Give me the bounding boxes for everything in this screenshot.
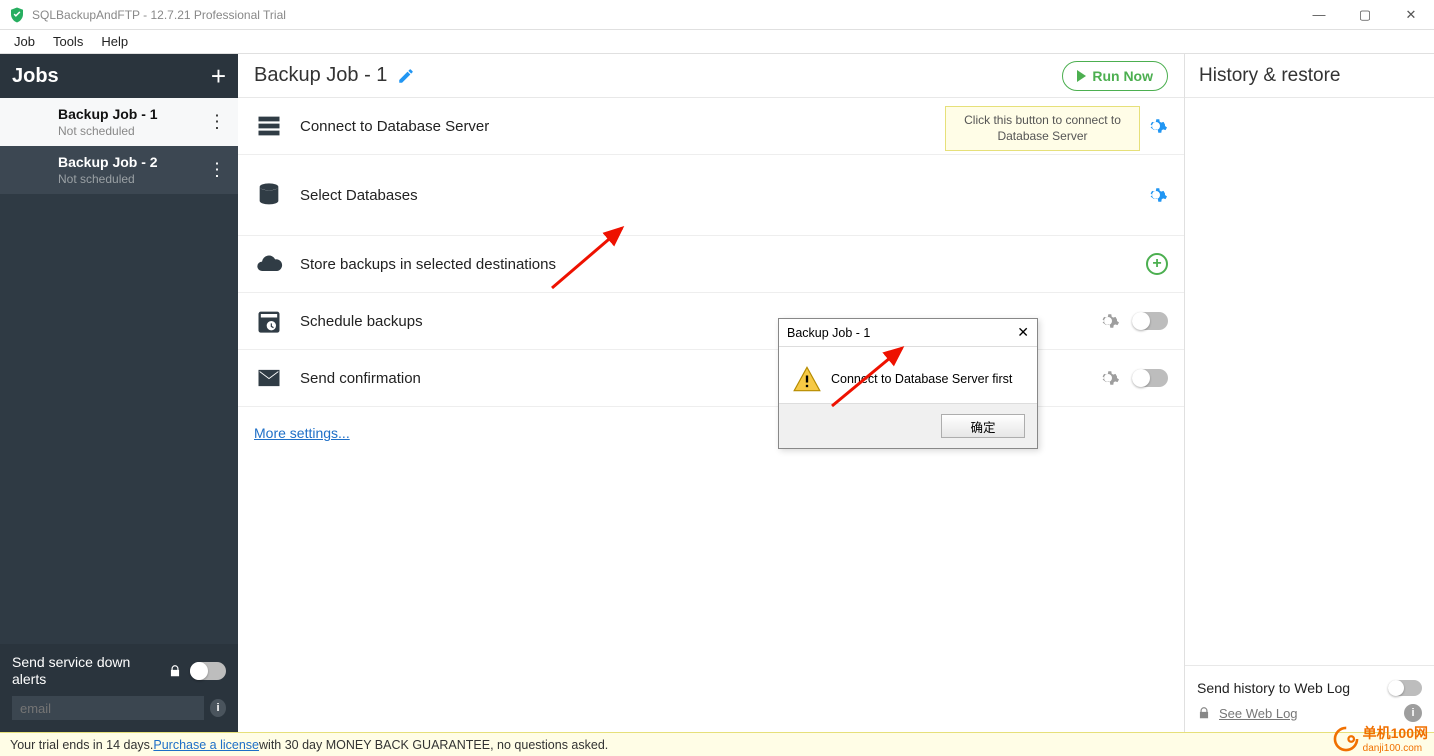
step-confirm[interactable]: Send confirmation — [238, 350, 1184, 407]
step-store[interactable]: Store backups in selected destinations + — [238, 236, 1184, 293]
mail-icon — [254, 364, 284, 392]
menu-job[interactable]: Job — [6, 32, 43, 51]
purchase-license-link[interactable]: Purchase a license — [153, 738, 259, 752]
edit-icon[interactable] — [397, 67, 415, 85]
main-column: Backup Job - 1 Run Now Connect to Databa… — [238, 54, 1185, 732]
more-settings: More settings... — [238, 407, 1184, 461]
lock-icon — [1197, 706, 1211, 720]
step-list: Connect to Database Server Click this bu… — [238, 98, 1184, 407]
lock-icon — [168, 664, 182, 678]
app-shield-icon — [8, 6, 26, 24]
step-label: Select Databases — [300, 187, 418, 204]
email-input[interactable] — [12, 696, 204, 720]
trial-bottom-bar: Your trial ends in 14 days. Purchase a l… — [0, 732, 1434, 756]
job-item-1[interactable]: Backup Job - 1 Not scheduled ⋮ — [0, 98, 238, 146]
step-schedule[interactable]: Schedule backups — [238, 293, 1184, 350]
connect-tooltip: Click this button to connect to Database… — [945, 106, 1140, 151]
step-connect[interactable]: Connect to Database Server Click this bu… — [238, 98, 1184, 155]
watermark-text-1: 单机100网 — [1363, 723, 1428, 743]
step-select[interactable]: Select Databases — [238, 155, 1184, 236]
step-label: Connect to Database Server — [300, 118, 489, 135]
trial-text-1: Your trial ends in 14 days. — [10, 738, 153, 752]
app-body: Jobs + Backup Job - 1 Not scheduled ⋮ Ba… — [0, 54, 1434, 732]
window-title: SQLBackupAndFTP - 12.7.21 Professional T… — [32, 8, 286, 22]
warning-icon — [793, 365, 821, 393]
watermark-logo-icon — [1333, 726, 1359, 752]
step-label: Send confirmation — [300, 370, 421, 387]
alerts-toggle[interactable] — [190, 662, 226, 680]
maximize-button[interactable]: ▢ — [1342, 0, 1388, 30]
annotation-arrow-1 — [542, 218, 642, 298]
server-icon — [254, 112, 284, 140]
gear-icon[interactable] — [1096, 309, 1120, 333]
watermark-text-2: danji100.com — [1363, 743, 1428, 754]
window-controls: — ▢ ✕ — [1296, 0, 1434, 30]
weblog-toggle[interactable] — [1388, 680, 1422, 696]
play-icon — [1077, 70, 1086, 82]
dialog-close-icon[interactable]: ✕ — [1017, 324, 1029, 341]
main-header: Backup Job - 1 Run Now — [238, 54, 1184, 98]
weblog-label: Send history to Web Log — [1197, 680, 1350, 696]
job-status: Not scheduled — [58, 124, 226, 138]
close-button[interactable]: ✕ — [1388, 0, 1434, 30]
menubar: Job Tools Help — [0, 30, 1434, 54]
job-status: Not scheduled — [58, 172, 226, 186]
right-column: History & restore Send history to Web Lo… — [1185, 54, 1434, 732]
add-job-button[interactable]: + — [211, 61, 226, 92]
sidebar-header: Jobs + — [0, 54, 238, 98]
sidebar: Jobs + Backup Job - 1 Not scheduled ⋮ Ba… — [0, 54, 238, 732]
add-destination-icon[interactable]: + — [1146, 253, 1168, 275]
job-name: Backup Job - 1 — [58, 106, 226, 122]
cloud-icon — [254, 250, 284, 278]
job-title: Backup Job - 1 — [254, 64, 387, 87]
calendar-clock-icon — [254, 307, 284, 335]
sidebar-title: Jobs — [12, 65, 59, 88]
confirm-toggle[interactable] — [1132, 369, 1168, 387]
step-label: Schedule backups — [300, 313, 423, 330]
job-menu-icon[interactable]: ⋮ — [208, 160, 224, 181]
menu-tools[interactable]: Tools — [45, 32, 91, 51]
run-now-button[interactable]: Run Now — [1062, 61, 1168, 91]
dialog-ok-button[interactable]: 确定 — [941, 414, 1025, 438]
right-header: History & restore — [1185, 54, 1434, 98]
annotation-arrow-2 — [822, 336, 922, 416]
titlebar: SQLBackupAndFTP - 12.7.21 Professional T… — [0, 0, 1434, 30]
info-icon[interactable]: i — [1404, 704, 1422, 722]
sidebar-bottom: Send service down alerts i — [0, 644, 238, 732]
job-menu-icon[interactable]: ⋮ — [208, 112, 224, 133]
schedule-toggle[interactable] — [1132, 312, 1168, 330]
gear-icon[interactable] — [1144, 114, 1168, 138]
menu-help[interactable]: Help — [93, 32, 136, 51]
see-weblog-link[interactable]: See Web Log — [1219, 706, 1298, 721]
job-item-2[interactable]: Backup Job - 2 Not scheduled ⋮ — [0, 146, 238, 194]
right-bottom: Send history to Web Log See Web Log i — [1185, 665, 1434, 732]
job-name: Backup Job - 2 — [58, 154, 226, 170]
info-icon[interactable]: i — [210, 699, 226, 717]
trial-text-2: with 30 day MONEY BACK GUARANTEE, no que… — [259, 738, 608, 752]
right-title: History & restore — [1199, 65, 1340, 87]
gear-icon[interactable] — [1144, 183, 1168, 207]
database-icon — [254, 181, 284, 209]
run-now-label: Run Now — [1092, 68, 1153, 84]
watermark: 单机100网 danji100.com — [1333, 723, 1428, 754]
alerts-label: Send service down alerts — [12, 654, 142, 688]
minimize-button[interactable]: — — [1296, 0, 1342, 30]
gear-icon[interactable] — [1096, 366, 1120, 390]
step-label: Store backups in selected destinations — [300, 256, 556, 273]
more-settings-link[interactable]: More settings... — [254, 425, 350, 441]
